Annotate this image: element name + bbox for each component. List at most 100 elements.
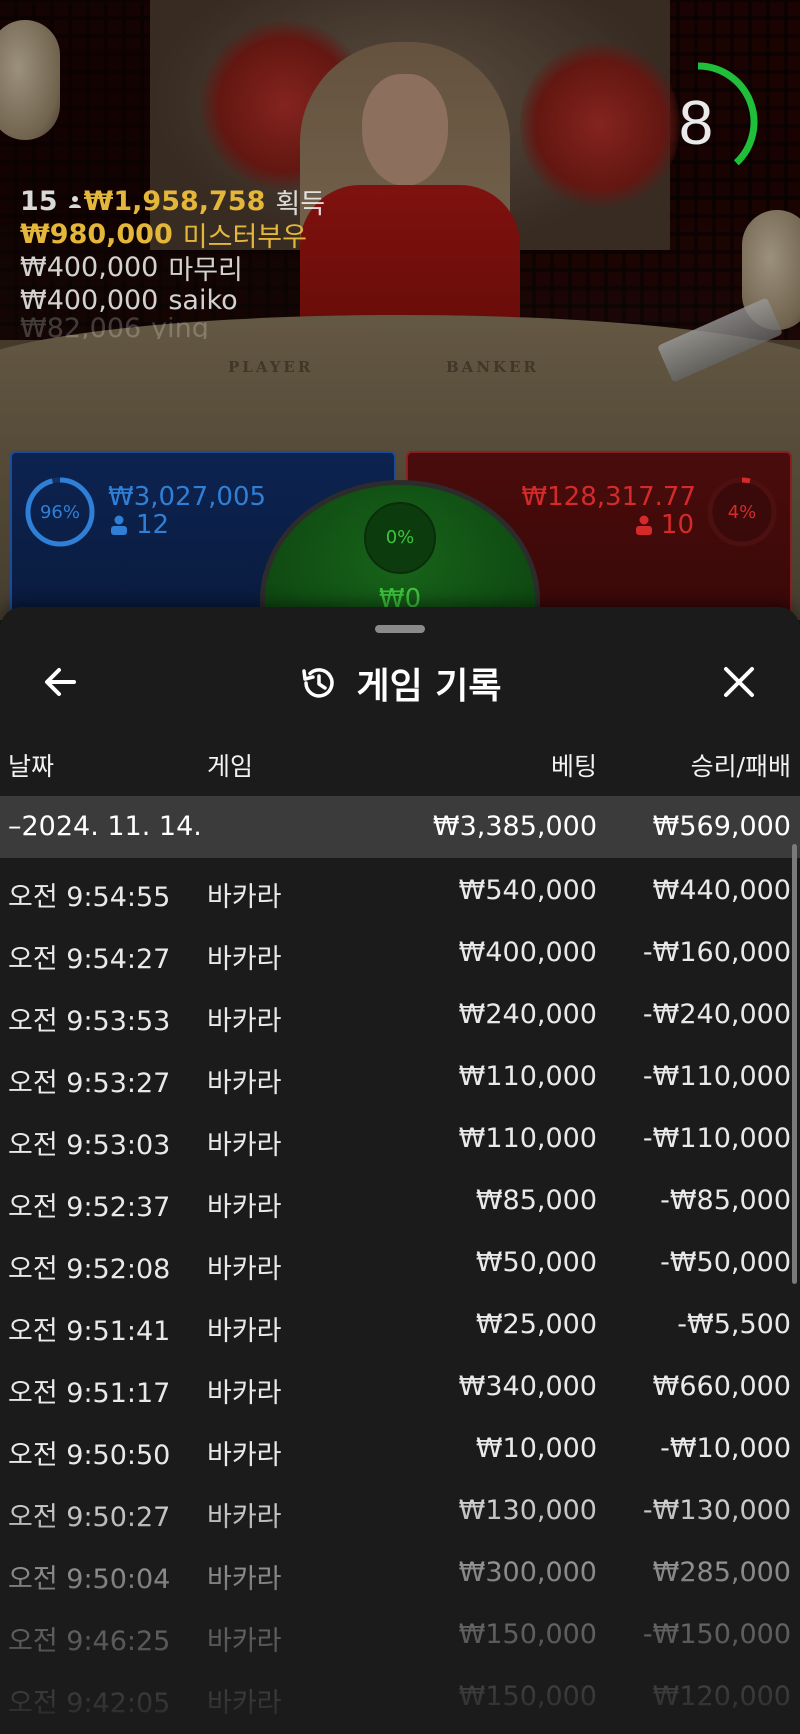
row-time: 오전 9:51:41 [8,1316,171,1347]
row-game: 바카라 [207,1688,282,1719]
history-row[interactable]: 오전 9:52:08 바카라 ₩50,000 -₩50,000 [0,1232,800,1294]
winners-summary: 15 ₩1,958,758 획득 [20,185,325,220]
player-bet-amount: ₩3,027,005 [108,482,267,512]
row-winloss: ₩285,000 [652,1557,791,1588]
history-row[interactable]: 오전 9:46:25 바카라 ₩150,000 -₩150,000 [0,1604,800,1666]
close-button[interactable] [716,659,762,705]
row-bet: ₩300,000 [458,1557,597,1588]
row-winloss: ₩440,000 [652,875,791,906]
row-winloss: -₩150,000 [642,1619,791,1650]
row-game: 바카라 [207,1626,282,1657]
winner-amount: ₩82,006 [20,317,142,339]
round-count: 15 [20,186,58,217]
history-row[interactable]: 오전 9:51:41 바카라 ₩25,000 -₩5,500 [0,1294,800,1356]
history-row[interactable]: 오전 9:50:27 바카라 ₩130,000 -₩130,000 [0,1480,800,1542]
row-game: 바카라 [207,1130,282,1161]
winner-amount: ₩400,000 [20,252,159,283]
row-bet: ₩540,000 [458,875,597,906]
day-summary-row[interactable]: –2024. 11. 14. ₩3,385,000 ₩569,000 [0,796,800,858]
table-header: 날짜 게임 베팅 승리/패배 [0,747,800,791]
row-time: 오전 9:52:37 [8,1192,171,1223]
column-game: 게임 [207,752,254,781]
row-winloss: -₩240,000 [642,999,791,1030]
row-time: 오전 9:51:17 [8,1378,171,1409]
winner-row: ₩980,000 미스터부우 [20,218,325,253]
winner-row: ₩82,006 ying [20,317,325,339]
row-winloss: -₩110,000 [642,1123,791,1154]
row-time: 오전 9:52:08 [8,1254,171,1285]
sheet-title: 게임 기록 [356,666,502,707]
row-bet: ₩150,000 [458,1619,597,1650]
countdown-timer: 8 [670,30,770,180]
column-date: 날짜 [8,752,55,781]
row-game: 바카라 [207,1192,282,1223]
sheet-drag-handle[interactable] [375,625,425,633]
column-bet: 베팅 [550,752,597,781]
row-time: 오전 9:50:04 [8,1564,171,1595]
row-bet: ₩150,000 [458,1681,597,1712]
row-game: 바카라 [207,1378,282,1409]
row-winloss: ₩120,000 [652,1681,791,1712]
sheet-header: 게임 기록 [0,655,800,711]
history-row[interactable]: 오전 9:54:27 바카라 ₩400,000 -₩160,000 [0,922,800,984]
winner-row: ₩400,000 saiko [20,284,325,317]
winner-name: ying [151,317,209,339]
row-time: 오전 9:53:53 [8,1006,171,1037]
row-winloss: -₩130,000 [642,1495,791,1526]
history-row[interactable]: 오전 9:50:50 바카라 ₩10,000 -₩10,000 [0,1418,800,1480]
row-game: 바카라 [207,1440,282,1471]
scrollbar[interactable] [792,844,797,1284]
row-bet: ₩25,000 [475,1309,597,1340]
game-history-sheet: 게임 기록 날짜 게임 베팅 승리/패배 –2024. 11. 14. ₩3,3… [0,607,800,1734]
day-date: –2024. 11. 14. [8,811,202,842]
day-total-winloss: ₩569,000 [652,811,791,842]
row-game: 바카라 [207,1564,282,1595]
row-game: 바카라 [207,882,282,913]
row-winloss: ₩660,000 [652,1371,791,1402]
winner-amount: ₩980,000 [20,219,173,250]
row-time: 오전 9:46:25 [8,1626,171,1657]
row-game: 바카라 [207,1316,282,1347]
history-row[interactable]: 오전 9:53:03 바카라 ₩110,000 -₩110,000 [0,1108,800,1170]
banker-bet-amount: ₩128,317.77 [521,482,696,512]
row-bet: ₩110,000 [458,1123,597,1154]
row-game: 바카라 [207,1254,282,1285]
row-bet: ₩85,000 [475,1185,597,1216]
row-time: 오전 9:53:03 [8,1130,171,1161]
row-time: 오전 9:50:50 [8,1440,171,1471]
history-row[interactable]: 오전 9:42:05 바카라 ₩150,000 ₩120,000 [0,1666,800,1728]
close-icon [724,667,754,697]
row-bet: ₩400,000 [458,937,597,968]
row-game: 바카라 [207,1502,282,1533]
row-winloss: -₩50,000 [660,1247,791,1278]
row-time: 오전 9:50:27 [8,1502,171,1533]
row-bet: ₩10,000 [475,1433,597,1464]
row-bet: ₩110,000 [458,1061,597,1092]
players-icon [111,515,127,535]
day-total-bet: ₩3,385,000 [432,811,597,842]
row-time: 오전 9:53:27 [8,1068,171,1099]
column-winloss: 승리/패배 [690,752,791,781]
history-icon [302,668,335,698]
history-row[interactable]: 오전 9:53:53 바카라 ₩240,000 -₩240,000 [0,984,800,1046]
row-winloss: -₩85,000 [660,1185,791,1216]
history-row[interactable]: 오전 9:54:55 바카라 ₩540,000 ₩440,000 [0,860,800,922]
players-icon [635,515,652,535]
timer-seconds: 8 [678,89,714,158]
row-winloss: -₩10,000 [660,1433,791,1464]
row-game: 바카라 [207,1068,282,1099]
row-bet: ₩130,000 [458,1495,597,1526]
history-row[interactable]: 오전 9:50:04 바카라 ₩300,000 ₩285,000 [0,1542,800,1604]
history-row[interactable]: 오전 9:51:17 바카라 ₩340,000 ₩660,000 [0,1356,800,1418]
user-icon [68,195,81,208]
row-time: 오전 9:42:05 [8,1688,171,1719]
player-percent: 96% [39,502,80,523]
row-winloss: -₩160,000 [642,937,791,968]
banker-percent: 4% [727,502,757,523]
tie-percent: 0% [385,527,415,548]
history-row[interactable]: 오전 9:53:27 바카라 ₩110,000 -₩110,000 [0,1046,800,1108]
winner-name: 마무리 [168,255,243,286]
history-row[interactable]: 오전 9:52:37 바카라 ₩85,000 -₩85,000 [0,1170,800,1232]
row-bet: ₩240,000 [458,999,597,1030]
row-winloss: -₩5,500 [677,1309,791,1340]
